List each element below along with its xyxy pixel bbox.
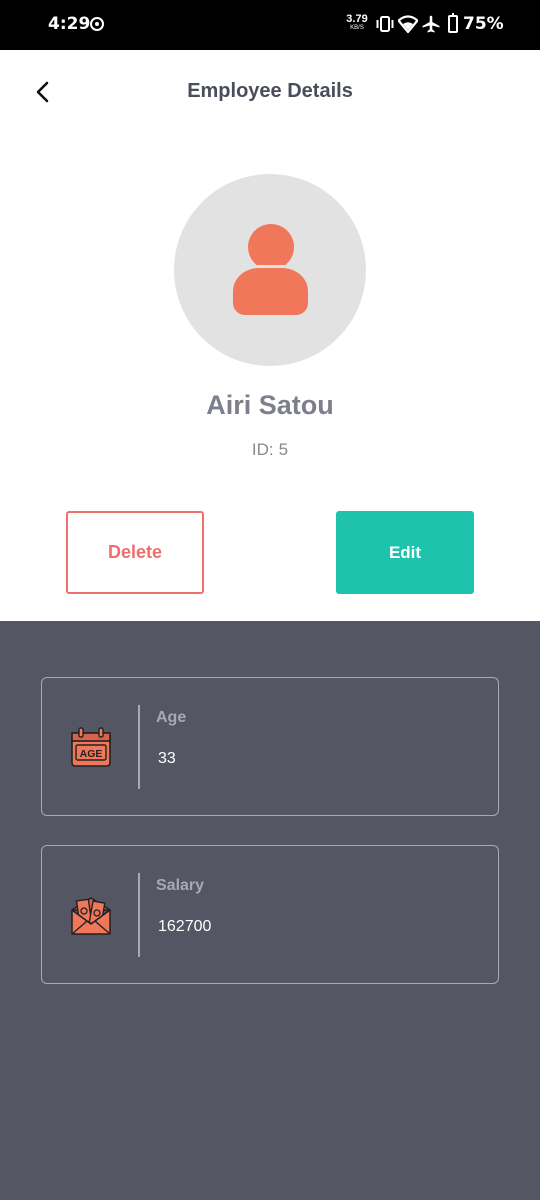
employee-summary: Employee Details Airi Satou ID: 5 Delete …	[0, 50, 540, 621]
page-title: Employee Details	[187, 80, 353, 102]
employee-id-value: 5	[278, 440, 289, 459]
battery-icon	[448, 13, 458, 33]
age-card: AGE Age 33	[41, 677, 499, 816]
status-time: 4:29	[48, 14, 91, 34]
salary-value: 162700	[158, 918, 212, 935]
avatar	[174, 174, 366, 366]
delete-button[interactable]: Delete	[66, 511, 204, 594]
battery-percent: 75%	[463, 14, 504, 34]
vibrate-icon	[376, 16, 394, 32]
edit-button[interactable]: Edit	[336, 511, 474, 594]
salary-envelope-icon	[71, 897, 111, 935]
salary-label: Salary	[156, 877, 205, 894]
employee-name: Airi Satou	[206, 390, 334, 420]
card-divider	[138, 873, 140, 957]
status-bar: 4:29 3.79 KB/S 75%	[0, 0, 540, 50]
age-value: 33	[158, 750, 176, 767]
age-label: Age	[156, 709, 187, 726]
employee-id-prefix: ID:	[251, 440, 274, 459]
person-head-icon	[248, 224, 294, 270]
wifi-icon	[398, 15, 418, 33]
person-body-icon	[233, 265, 308, 315]
screen-record-icon	[90, 17, 104, 31]
network-speed-unit: KB/S	[350, 25, 364, 31]
network-speed: 3.79 KB/S	[345, 13, 369, 32]
network-speed-value: 3.79	[346, 13, 368, 25]
employee-id: ID: 5	[0, 440, 540, 460]
age-calendar-icon: AGE	[71, 727, 111, 767]
airplane-mode-icon	[422, 15, 440, 33]
age-icon-text: AGE	[80, 748, 103, 760]
salary-card: Salary 162700	[41, 845, 499, 984]
card-divider	[138, 705, 140, 789]
